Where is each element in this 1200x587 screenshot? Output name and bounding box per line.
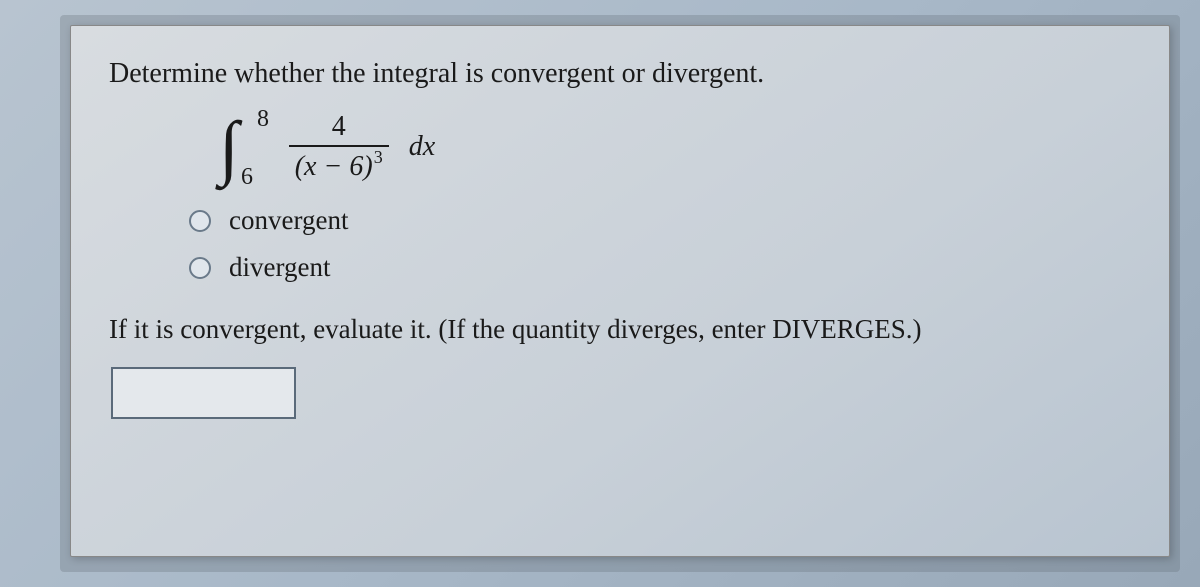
option-divergent[interactable]: divergent [189, 252, 1131, 283]
integral-sign-icon: ∫ 8 6 [219, 111, 239, 183]
lower-limit: 6 [241, 165, 253, 189]
integral-expression: ∫ 8 6 4 (x − 6)3 dx [219, 111, 1131, 183]
radio-icon[interactable] [189, 210, 211, 232]
option-convergent[interactable]: convergent [189, 205, 1131, 236]
radio-icon[interactable] [189, 257, 211, 279]
options-group: convergent divergent [189, 205, 1131, 283]
differential: dx [409, 131, 435, 163]
question-card: Determine whether the integral is conver… [70, 25, 1170, 557]
followup-prompt: If it is convergent, evaluate it. (If th… [109, 311, 1131, 349]
denominator: (x − 6)3 [289, 147, 389, 183]
answer-input[interactable] [111, 367, 296, 419]
integrand-fraction: 4 (x − 6)3 [289, 111, 389, 183]
option-label: convergent [229, 205, 348, 236]
numerator: 4 [326, 111, 352, 145]
option-label: divergent [229, 252, 330, 283]
upper-limit: 8 [257, 107, 269, 131]
question-prompt: Determine whether the integral is conver… [109, 54, 1131, 93]
